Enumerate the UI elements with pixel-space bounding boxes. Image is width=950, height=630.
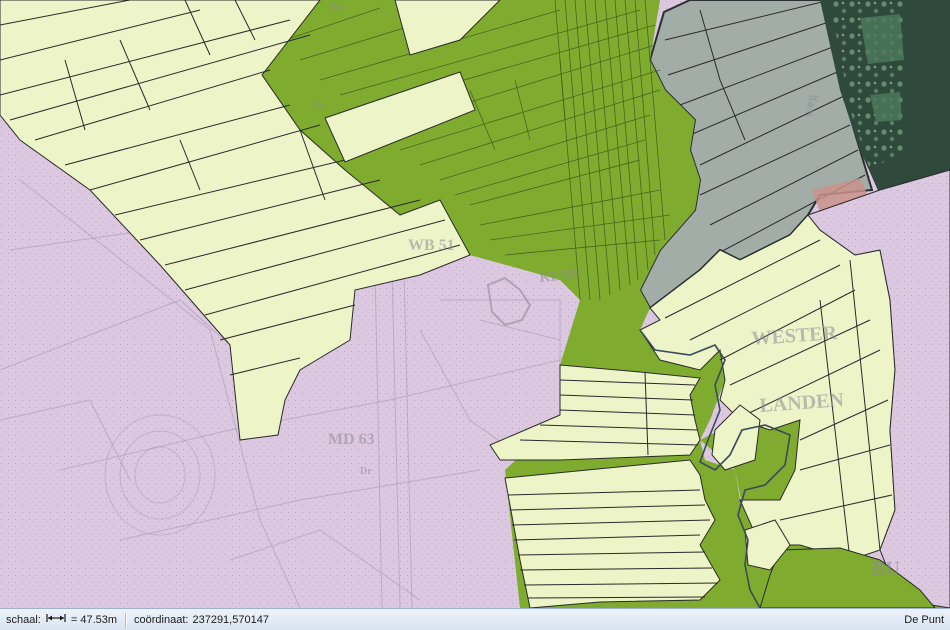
coordinate-value: 237291,570147 bbox=[192, 613, 269, 626]
statusbar-separator bbox=[125, 612, 127, 627]
scale-value: = 47.53m bbox=[70, 613, 118, 626]
map-label-dr-2: Dr bbox=[360, 466, 372, 477]
place-name-display: De Punt bbox=[904, 614, 944, 626]
light-green-area-bottom-2 bbox=[504, 459, 721, 608]
map-label-bm: Bm bbox=[330, 2, 346, 13]
map-label-dr-1: Dr bbox=[312, 100, 324, 111]
coordinate-display: coördinaat: 237291,570147 bbox=[134, 614, 269, 626]
scale-label: schaal: bbox=[6, 613, 41, 626]
coordinate-label: coördinaat: bbox=[134, 613, 189, 626]
map-label-bu: BU bbox=[872, 558, 900, 580]
map-label-md: MD 63 bbox=[328, 431, 375, 448]
scale-display: schaal: = 47.53m bbox=[6, 613, 117, 626]
map-canvas[interactable]: WB 51 MD 63 WESTER LANDEN BU Dr Dr KEMP … bbox=[0, 0, 950, 608]
place-name: De Punt bbox=[904, 613, 944, 626]
horizontal-measure-icon bbox=[46, 613, 66, 626]
status-bar: schaal: = 47.53m coördinaat: 237291,5701… bbox=[0, 608, 950, 630]
map-svg[interactable]: WB 51 MD 63 WESTER LANDEN BU Dr Dr KEMP … bbox=[0, 0, 950, 608]
map-label-wb: WB 51 bbox=[408, 237, 455, 254]
map-viewer: WB 51 MD 63 WESTER LANDEN BU Dr Dr KEMP … bbox=[0, 0, 950, 630]
